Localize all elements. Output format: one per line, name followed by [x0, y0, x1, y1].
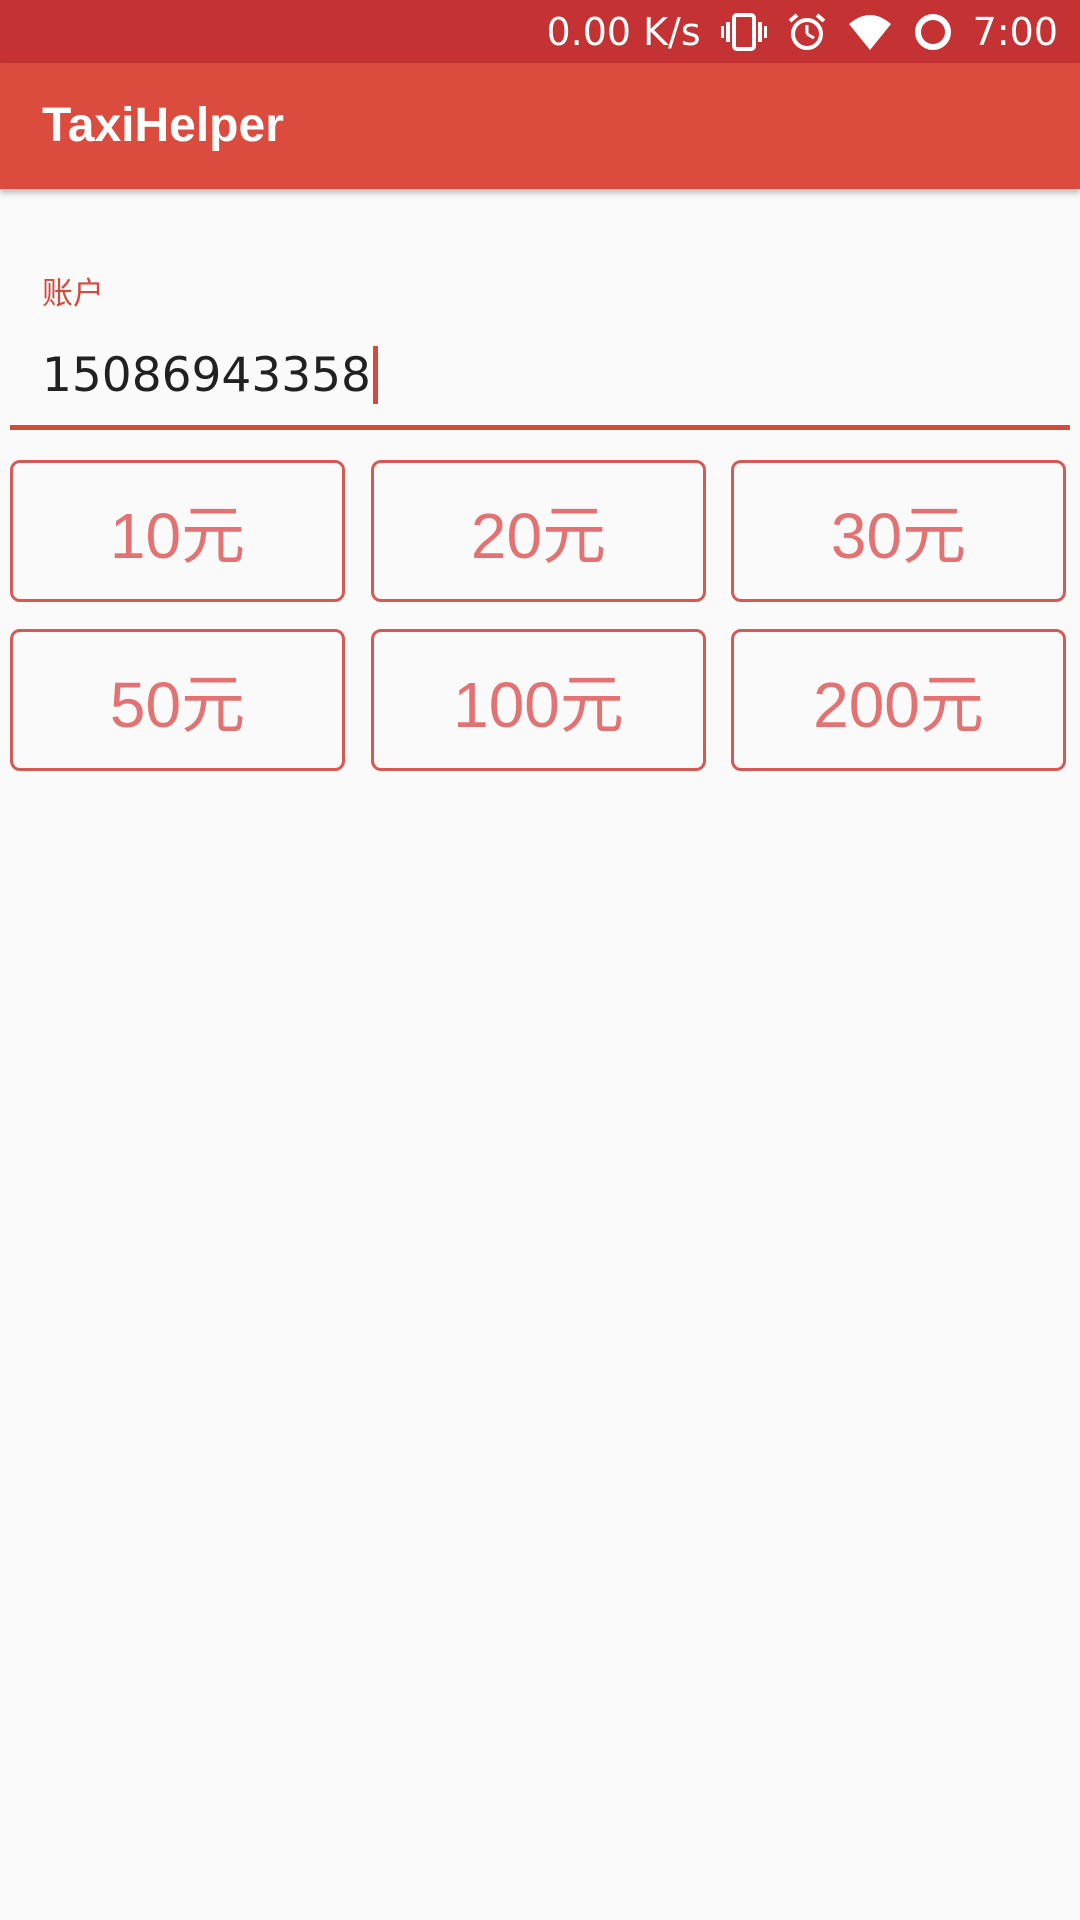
amount-button-20[interactable]: 20元 — [371, 460, 706, 602]
amount-button-50[interactable]: 50元 — [10, 629, 345, 771]
status-bar: 0.00 K/s 7:00 — [0, 0, 1080, 63]
vibrate-icon — [720, 12, 767, 52]
status-icons: 0.00 K/s 7:00 — [546, 0, 1058, 63]
net-speed: 0.00 K/s — [546, 9, 701, 54]
amount-button-200[interactable]: 200元 — [731, 629, 1066, 771]
account-input[interactable]: 15086943358 — [42, 346, 378, 404]
app-title: TaxiHelper — [42, 99, 284, 152]
account-label: 账户 — [42, 276, 104, 312]
amount-button-10[interactable]: 10元 — [10, 460, 345, 602]
amount-button-100[interactable]: 100元 — [371, 629, 706, 771]
app-bar: TaxiHelper — [0, 63, 1080, 189]
account-value: 15086943358 — [42, 347, 371, 403]
amount-button-30[interactable]: 30元 — [731, 460, 1066, 602]
alarm-icon — [787, 12, 827, 52]
circle-icon — [913, 12, 953, 52]
account-field[interactable]: 15086943358 — [10, 328, 1070, 430]
input-underline — [10, 425, 1070, 430]
clock-time: 7:00 — [972, 9, 1058, 54]
text-cursor — [372, 346, 378, 404]
wifi-icon — [847, 12, 893, 52]
